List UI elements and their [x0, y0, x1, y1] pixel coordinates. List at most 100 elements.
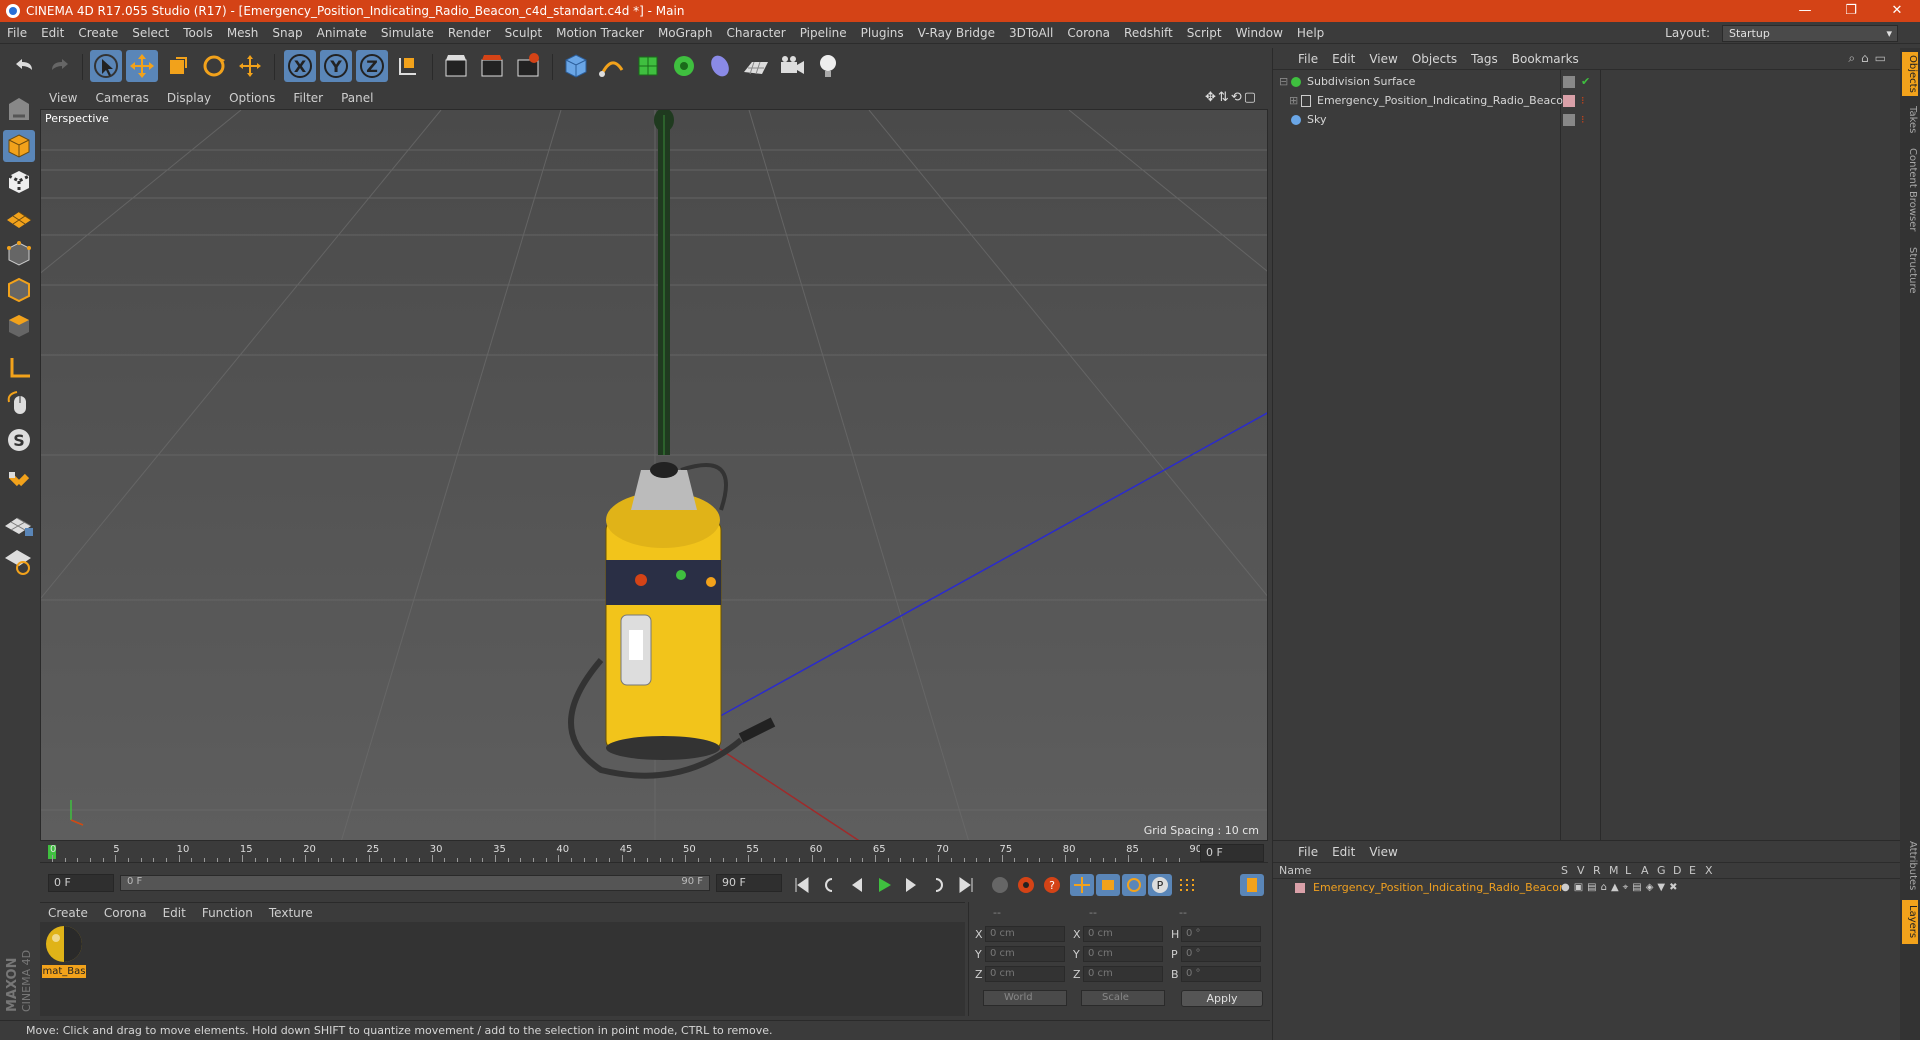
- size-z-field[interactable]: 0 cm: [1083, 966, 1163, 982]
- rotate-tool-button[interactable]: [198, 50, 230, 82]
- object-menu-bookmarks[interactable]: Bookmarks: [1505, 52, 1586, 66]
- play-button[interactable]: [872, 874, 896, 896]
- edges-mode-button[interactable]: [3, 274, 35, 306]
- points-mode-button[interactable]: [3, 238, 35, 270]
- object-row-beacon[interactable]: ⊞ Emergency_Position_Indicating_Radio_Be…: [1273, 92, 1901, 110]
- enabled-check-icon[interactable]: ✔: [1581, 73, 1590, 91]
- layer-flag-icons[interactable]: ●▣▤⌂▲⌖▤◈▼✖: [1561, 879, 1682, 897]
- tab-structure[interactable]: Structure: [1902, 242, 1918, 298]
- menu-pipeline[interactable]: Pipeline: [793, 26, 854, 40]
- object-row-sky[interactable]: Sky ⁝: [1273, 111, 1901, 129]
- layer-menu-file[interactable]: File: [1291, 845, 1325, 859]
- menu-vray-bridge[interactable]: V-Ray Bridge: [911, 26, 1002, 40]
- menu-redshift[interactable]: Redshift: [1117, 26, 1180, 40]
- tab-takes[interactable]: Takes: [1902, 102, 1918, 138]
- menu-tools[interactable]: Tools: [176, 26, 220, 40]
- expand-icon[interactable]: ⊞: [1289, 92, 1298, 110]
- material-name-label[interactable]: mat_Bas: [42, 965, 86, 978]
- menu-create[interactable]: Create: [71, 26, 125, 40]
- current-frame-field[interactable]: 0 F: [48, 874, 114, 892]
- timeline-ruler[interactable]: 0 5 10 15 20 25 30 35 40 45 50 55 60 65 70 75 80 85 90 0 F: [40, 843, 1268, 863]
- material-menu-create[interactable]: Create: [40, 906, 96, 920]
- timeline-window-button[interactable]: [1240, 874, 1264, 896]
- layer-menu-view[interactable]: View: [1362, 845, 1404, 859]
- object-menu-file[interactable]: File: [1291, 52, 1325, 66]
- material-menu-function[interactable]: Function: [194, 906, 261, 920]
- menu-edit[interactable]: Edit: [34, 26, 71, 40]
- material-thumbnail[interactable]: [42, 924, 86, 964]
- transform-tool-button[interactable]: [234, 50, 266, 82]
- restore-icon[interactable]: ❐: [1828, 0, 1874, 22]
- go-to-end-button[interactable]: [954, 874, 978, 896]
- material-menu-corona[interactable]: Corona: [96, 906, 155, 920]
- size-x-field[interactable]: 0 cm: [1083, 926, 1163, 942]
- key-rotation-button[interactable]: [1122, 874, 1146, 896]
- viewport-menu-options[interactable]: Options: [220, 91, 284, 105]
- viewport-menu-cameras[interactable]: Cameras: [86, 91, 157, 105]
- x-axis-lock-button[interactable]: X: [284, 50, 316, 82]
- key-position-button[interactable]: [1070, 874, 1094, 896]
- menu-render[interactable]: Render: [441, 26, 498, 40]
- magnet-button[interactable]: [3, 466, 35, 498]
- viewport-menu-view[interactable]: View: [40, 91, 86, 105]
- scale-tool-button[interactable]: [162, 50, 194, 82]
- redo-button[interactable]: [44, 50, 76, 82]
- menu-script[interactable]: Script: [1180, 26, 1229, 40]
- object-menu-view[interactable]: View: [1362, 52, 1404, 66]
- menu-mesh[interactable]: Mesh: [220, 26, 266, 40]
- snap-button[interactable]: S: [3, 424, 35, 456]
- object-manager-search-home-icons[interactable]: ⌕⌂▭: [1848, 51, 1892, 66]
- locked-workplane-button[interactable]: [3, 544, 35, 576]
- layer-row[interactable]: Emergency_Position_Indicating_Radio_Beac…: [1273, 879, 1901, 897]
- axis-mode-button[interactable]: [3, 352, 35, 384]
- coordinate-mode-dropdown[interactable]: World: [983, 990, 1067, 1006]
- menu-file[interactable]: File: [0, 26, 34, 40]
- render-view-button[interactable]: [440, 50, 472, 82]
- position-z-field[interactable]: 0 cm: [985, 966, 1065, 982]
- menu-snap[interactable]: Snap: [265, 26, 309, 40]
- position-x-field[interactable]: 0 cm: [985, 926, 1065, 942]
- workplane-mode-button[interactable]: [3, 202, 35, 234]
- object-menu-objects[interactable]: Objects: [1405, 52, 1464, 66]
- visibility-dots-icon[interactable]: ⁝: [1581, 92, 1585, 110]
- layer-menu-edit[interactable]: Edit: [1325, 845, 1362, 859]
- record-active-objects-button[interactable]: [1014, 874, 1038, 896]
- mograph-cloner-button[interactable]: [668, 50, 700, 82]
- rotation-p-field[interactable]: 0 °: [1181, 946, 1261, 962]
- layer-color-swatch[interactable]: [1563, 95, 1575, 107]
- material-menu-edit[interactable]: Edit: [155, 906, 194, 920]
- camera-button[interactable]: [776, 50, 808, 82]
- max-frame-field[interactable]: 90 F: [716, 874, 782, 892]
- viewport-menu-filter[interactable]: Filter: [284, 91, 332, 105]
- tab-layers[interactable]: Layers: [1902, 900, 1918, 944]
- polygons-mode-button[interactable]: [3, 310, 35, 342]
- previous-frame-button[interactable]: [846, 874, 870, 896]
- menu-select[interactable]: Select: [125, 26, 176, 40]
- menu-plugins[interactable]: Plugins: [854, 26, 911, 40]
- menu-character[interactable]: Character: [719, 26, 792, 40]
- make-editable-button[interactable]: [3, 94, 35, 126]
- texture-mode-button[interactable]: [3, 166, 35, 198]
- object-row-subdivision-surface[interactable]: ⊟ Subdivision Surface ✔: [1273, 73, 1901, 91]
- previous-key-button[interactable]: [820, 874, 844, 896]
- object-menu-edit[interactable]: Edit: [1325, 52, 1362, 66]
- y-axis-lock-button[interactable]: Y: [320, 50, 352, 82]
- undo-button[interactable]: [8, 50, 40, 82]
- render-picture-viewer-button[interactable]: [476, 50, 508, 82]
- next-key-button[interactable]: [924, 874, 948, 896]
- keyframe-disabled-icon[interactable]: [988, 874, 1012, 896]
- coordinate-system-button[interactable]: [392, 50, 424, 82]
- menu-mograph[interactable]: MoGraph: [651, 26, 720, 40]
- autokeying-button[interactable]: ?: [1040, 874, 1064, 896]
- menu-animate[interactable]: Animate: [310, 26, 374, 40]
- floor-environment-button[interactable]: [740, 50, 772, 82]
- layer-color-swatch[interactable]: [1295, 883, 1305, 893]
- apply-button[interactable]: Apply: [1181, 990, 1263, 1007]
- end-frame-field[interactable]: 0 F: [1200, 844, 1264, 862]
- visibility-dots-icon[interactable]: ⁝: [1581, 111, 1585, 129]
- minimize-icon[interactable]: —: [1782, 0, 1828, 22]
- tab-objects[interactable]: Objects: [1902, 52, 1918, 96]
- menu-3dtoall[interactable]: 3DToAll: [1002, 26, 1060, 40]
- menu-corona[interactable]: Corona: [1060, 26, 1117, 40]
- layout-dropdown[interactable]: Startup: [1722, 25, 1898, 42]
